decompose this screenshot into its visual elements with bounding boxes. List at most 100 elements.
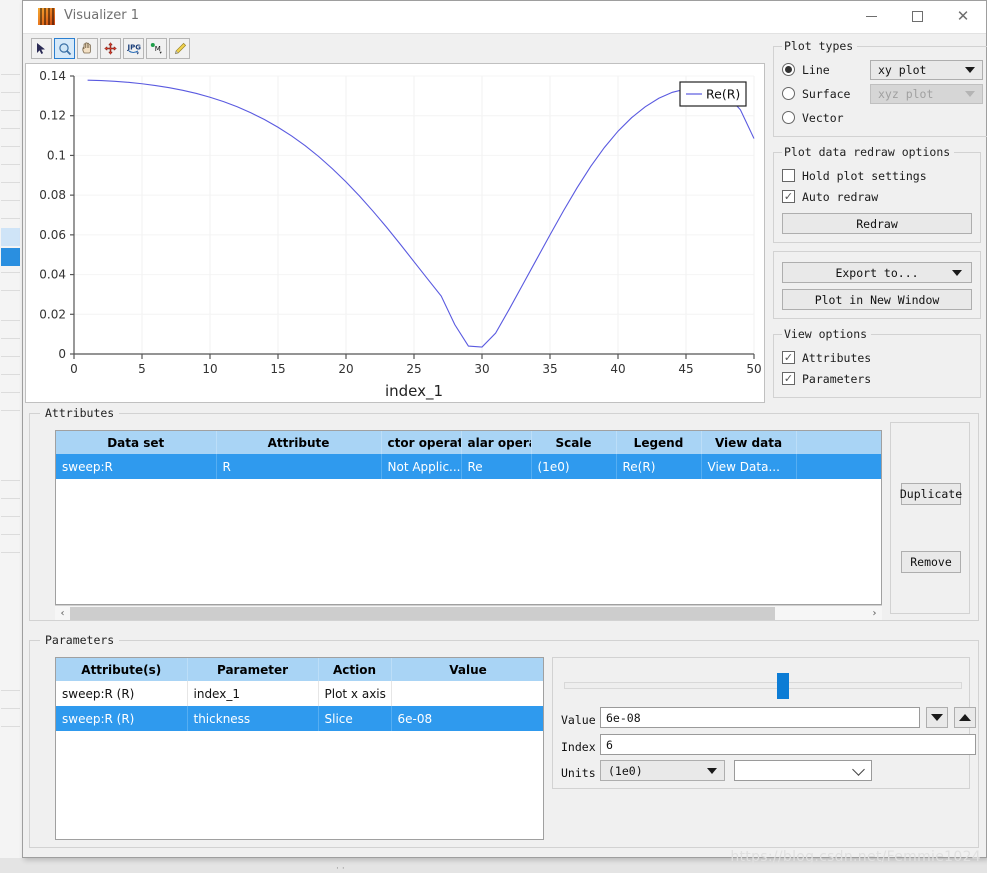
radio-vector-icon xyxy=(782,111,795,124)
zoom-tool-button[interactable] xyxy=(54,38,75,59)
auto-redraw-checkbox[interactable]: ✓ xyxy=(782,190,795,203)
radio-surface[interactable]: Surface xyxy=(782,83,860,104)
pencil-tool-button[interactable] xyxy=(169,38,190,59)
view-parameters-row[interactable]: ✓ Parameters xyxy=(782,368,972,389)
scroll-thumb[interactable] xyxy=(70,606,775,620)
view-attributes-row[interactable]: ✓ Attributes xyxy=(782,347,972,368)
table-cell[interactable]: Slice xyxy=(318,706,392,731)
svg-text:0: 0 xyxy=(70,362,78,376)
table-cell[interactable]: 6e-08 xyxy=(391,706,543,731)
units-secondary-combo[interactable] xyxy=(734,760,872,781)
plot-controls-column: Plot types Line xy plot Surface xyz plot… xyxy=(773,39,987,406)
svg-text:0.12: 0.12 xyxy=(39,109,66,123)
value-decrement-button[interactable] xyxy=(926,707,948,728)
table-cell[interactable] xyxy=(796,454,881,479)
column-header[interactable]: Action xyxy=(318,658,392,681)
scroll-right-icon[interactable]: › xyxy=(867,607,882,620)
index-input[interactable]: 6 xyxy=(600,734,976,755)
export-to-button[interactable]: Export to... xyxy=(782,262,972,283)
view-parameters-checkbox[interactable]: ✓ xyxy=(782,372,795,385)
close-button[interactable]: ✕ xyxy=(940,1,986,32)
table-cell[interactable]: sweep:R (R) xyxy=(56,706,188,731)
units-combo-value: (1e0) xyxy=(608,763,643,778)
column-header[interactable]: ctor operatio xyxy=(381,431,462,454)
four-arrow-move-tool-button[interactable] xyxy=(100,38,121,59)
column-header[interactable]: Parameter xyxy=(187,658,319,681)
attributes-body: sweep:R R Not Applic... Re (1e0) Re(R) View Da… xyxy=(56,454,881,479)
svg-text:index_1: index_1 xyxy=(385,382,443,401)
table-cell[interactable]: index_1 xyxy=(187,681,319,706)
column-header[interactable]: View data xyxy=(701,431,797,454)
svg-text:45: 45 xyxy=(678,362,693,376)
view-attributes-checkbox[interactable]: ✓ xyxy=(782,351,795,364)
radio-vector[interactable]: Vector xyxy=(782,107,983,128)
table-cell[interactable]: sweep:R xyxy=(56,454,217,479)
radio-surface-icon xyxy=(782,87,795,100)
watermark: https://blog.csdn.net/Femmie1024 xyxy=(730,849,981,865)
column-header[interactable]: Scale xyxy=(531,431,617,454)
column-header[interactable]: Attribute xyxy=(216,431,382,454)
scroll-left-icon[interactable]: ‹ xyxy=(55,607,70,620)
column-header[interactable]: Attribute(s) xyxy=(56,658,188,681)
scroll-track[interactable] xyxy=(70,606,867,620)
svg-text:25: 25 xyxy=(406,362,421,376)
attributes-table[interactable]: Data setAttributector operatioalar opera… xyxy=(56,431,881,479)
redraw-button[interactable]: Redraw xyxy=(782,213,972,234)
table-cell[interactable]: sweep:R (R) xyxy=(56,681,188,706)
auto-redraw-row[interactable]: ✓ Auto redraw xyxy=(782,186,972,207)
pointer-tool-button[interactable] xyxy=(31,38,52,59)
maximize-button[interactable] xyxy=(894,1,940,32)
parameters-table[interactable]: Attribute(s) Parameter Action Value sweep:R… xyxy=(56,658,543,731)
table-cell[interactable]: R xyxy=(216,454,382,479)
table-cell[interactable]: (1e0) xyxy=(531,454,617,479)
hold-plot-settings-checkbox[interactable] xyxy=(782,169,795,182)
hold-plot-settings-row[interactable]: Hold plot settings xyxy=(782,165,972,186)
line-plot-type-combo[interactable]: xy plot xyxy=(870,59,983,80)
column-header[interactable]: Legend xyxy=(616,431,702,454)
redraw-options-group: Plot data redraw options Hold plot setti… xyxy=(773,145,981,243)
pan-tool-button[interactable] xyxy=(77,38,98,59)
table-cell[interactable]: Re(R) xyxy=(616,454,702,479)
plot-canvas[interactable]: 0 0.02 0.04 0.06 0.08 0.1 0.12 0.14 0 5 10 15 20 25 30… xyxy=(25,63,765,403)
table-row[interactable]: sweep:R (R) index_1 Plot x axis xyxy=(56,681,543,706)
attributes-hscrollbar[interactable]: ‹ › xyxy=(55,605,882,620)
app-flame-icon xyxy=(38,8,55,25)
value-increment-button[interactable] xyxy=(954,707,976,728)
svg-text:20: 20 xyxy=(338,362,353,376)
radio-line[interactable]: Line xyxy=(782,59,860,80)
parameter-slider-track[interactable] xyxy=(564,682,962,689)
column-header[interactable] xyxy=(796,431,881,454)
table-cell[interactable]: thickness xyxy=(187,706,319,731)
chevron-down-icon xyxy=(965,90,975,97)
value-input[interactable]: 6e-08 xyxy=(600,707,920,728)
table-cell[interactable]: Not Applic... xyxy=(381,454,462,479)
table-row[interactable]: sweep:R R Not Applic... Re (1e0) Re(R) View Da… xyxy=(56,454,881,479)
column-header[interactable]: alar operatio xyxy=(461,431,532,454)
parameter-slider-thumb[interactable] xyxy=(776,673,789,699)
table-cell[interactable]: Plot x axis xyxy=(318,681,392,706)
radio-line-label: Line xyxy=(802,62,830,77)
view-parameters-label: Parameters xyxy=(802,371,872,386)
svg-text:35: 35 xyxy=(542,362,557,376)
export-to-label: Export to... xyxy=(835,265,919,280)
table-cell[interactable]: View Data... xyxy=(701,454,797,479)
minimize-button[interactable] xyxy=(848,1,894,32)
table-cell[interactable] xyxy=(391,681,543,706)
units-combo[interactable]: (1e0) xyxy=(600,760,725,781)
column-header[interactable]: Value xyxy=(391,658,543,681)
svg-text:40: 40 xyxy=(610,362,625,376)
svg-text:50: 50 xyxy=(746,362,761,376)
duplicate-button[interactable]: Duplicate xyxy=(900,483,962,505)
table-cell[interactable]: Re xyxy=(461,454,532,479)
table-row[interactable]: sweep:R (R) thickness Slice 6e-08 xyxy=(56,706,543,731)
column-header[interactable]: Data set xyxy=(56,431,217,454)
jpg-export-tool-button[interactable]: JPG xyxy=(123,38,144,59)
chevron-down-icon xyxy=(852,762,865,776)
remove-button[interactable]: Remove xyxy=(901,551,961,573)
marker-point-tool-button[interactable]: M xyxy=(146,38,167,59)
hold-plot-settings-label: Hold plot settings xyxy=(802,168,927,183)
plot-in-new-window-button[interactable]: Plot in New Window xyxy=(782,289,972,310)
window-title: Visualizer 1 xyxy=(64,8,139,23)
attributes-section: Attributes Data setAttributector operati… xyxy=(29,406,979,621)
screen: ·· Visualizer 1 ✕ JPG M 0 0.02 0.04 0.06… xyxy=(0,0,987,873)
